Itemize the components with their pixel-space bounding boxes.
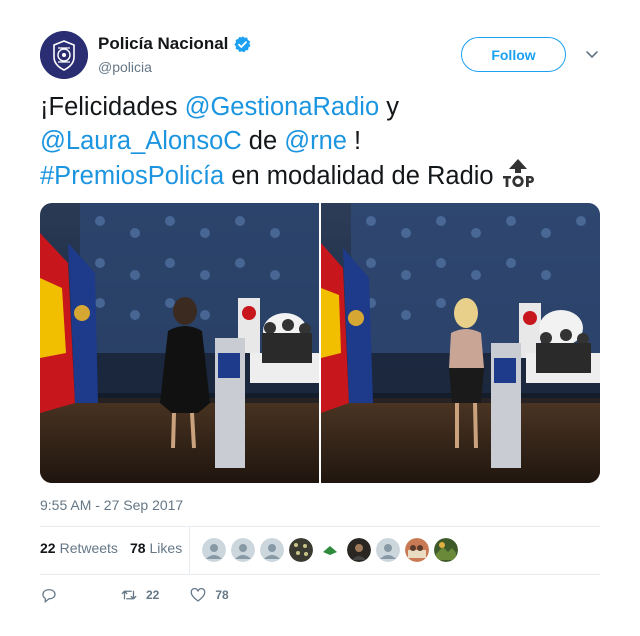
tweet-text-segment: ¡Felicidades — [40, 93, 185, 121]
divider — [40, 574, 600, 575]
photo-right[interactable] — [321, 203, 600, 483]
likes-label: Likes — [149, 540, 183, 556]
tweet-text-segment: ! — [346, 127, 362, 155]
retweets-label: Retweets — [59, 540, 118, 556]
tweet-text-segment: de — [241, 127, 285, 155]
green-logo-avatar-icon[interactable] — [318, 538, 342, 562]
likes-count: 78 — [129, 540, 146, 556]
mention-laura-alonsoc[interactable]: @Laura_AlonsoC — [40, 127, 242, 155]
heart-icon — [190, 587, 206, 602]
default-avatar-icon[interactable] — [376, 538, 400, 562]
avatar[interactable] — [40, 31, 88, 79]
retweets-stat[interactable]: 22 Retweets — [40, 540, 118, 556]
stats-divider — [189, 527, 190, 574]
top-arrow-emoji-icon — [502, 159, 534, 187]
retweet-action[interactable]: 22 — [120, 586, 159, 604]
pattern-avatar-icon[interactable] — [289, 538, 313, 562]
tweet-text-segment: en modalidad de Radio — [224, 162, 494, 190]
tweet-stats: 22 Retweets 78 Likes — [40, 540, 182, 556]
name-row: Policía Nacional — [98, 34, 252, 54]
default-avatar-icon[interactable] — [202, 538, 226, 562]
reply-icon — [42, 589, 56, 604]
likes-stat[interactable]: 78 Likes — [130, 540, 182, 556]
verified-badge-icon — [234, 35, 251, 52]
tweet-timestamp[interactable]: 9:55 AM - 27 Sep 2017 — [40, 497, 183, 513]
mention-gestionaradio[interactable]: @GestionaRadio — [185, 93, 380, 121]
default-avatar-icon[interactable] — [260, 538, 284, 562]
landscape-avatar-icon[interactable] — [434, 538, 458, 562]
tweet-text: ¡Felicidades @GestionaRadio y @Laura_Alo… — [40, 90, 600, 193]
liker-avatars — [202, 538, 458, 562]
display-name[interactable]: Policía Nacional — [98, 34, 228, 54]
divider — [40, 526, 600, 527]
retweets-count: 22 — [40, 540, 56, 556]
police-crest-icon — [40, 31, 88, 79]
mention-rne[interactable]: @rne — [284, 127, 347, 155]
like-action[interactable]: 78 — [189, 586, 229, 604]
follow-button[interactable]: Follow — [461, 37, 566, 72]
photo-avatar-icon[interactable] — [347, 538, 371, 562]
like-count: 78 — [215, 588, 229, 602]
account-handle[interactable]: @policia — [98, 59, 152, 75]
reply-action[interactable] — [40, 586, 58, 604]
tweet-media[interactable] — [40, 203, 600, 483]
chevron-down-icon[interactable] — [584, 46, 600, 62]
retweet-icon — [121, 590, 137, 600]
hashtag-premiospolicia[interactable]: #PremiosPolicía — [40, 162, 224, 190]
retweet-count: 22 — [146, 588, 160, 602]
photo-speaker-light-top — [321, 203, 600, 483]
tweet-actions: 22 78 — [40, 586, 229, 604]
photo-speaker-dark-dress — [40, 203, 319, 483]
default-avatar-icon[interactable] — [231, 538, 255, 562]
photo-left[interactable] — [40, 203, 319, 483]
tweet-text-segment: y — [379, 93, 399, 121]
group-photo-avatar-icon[interactable] — [405, 538, 429, 562]
